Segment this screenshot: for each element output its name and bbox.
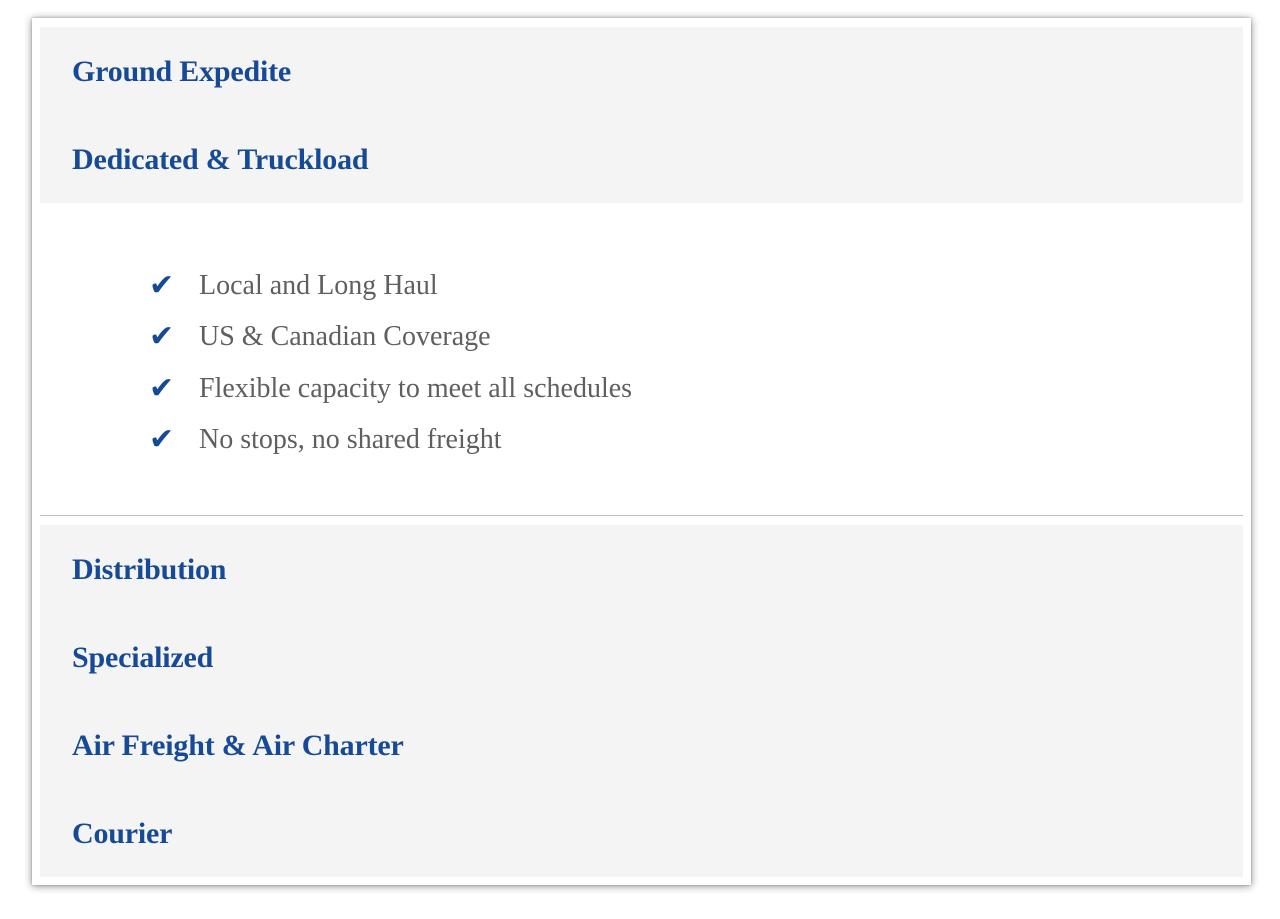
accordion-top-group: Ground Expedite Dedicated & Truckload xyxy=(40,27,1243,203)
accordion-header-specialized[interactable]: Specialized xyxy=(72,613,1211,701)
checkmark-icon: ✔ xyxy=(149,370,175,406)
accordion-header-label: Ground Expedite xyxy=(72,55,291,88)
accordion-header-ground-expedite[interactable]: Ground Expedite xyxy=(72,27,1211,115)
accordion-header-dedicated-truckload[interactable]: Dedicated & Truckload xyxy=(72,115,1211,203)
feature-list-item: ✔ US & Canadian Coverage xyxy=(149,312,632,364)
accordion-header-label: Air Freight & Air Charter xyxy=(72,729,404,762)
feature-text: No stops, no shared freight xyxy=(199,424,502,456)
accordion-header-label: Dedicated & Truckload xyxy=(72,143,369,176)
checkmark-icon: ✔ xyxy=(149,422,175,458)
accordion-header-air-freight-charter[interactable]: Air Freight & Air Charter xyxy=(72,701,1211,789)
accordion-header-label: Distribution xyxy=(72,553,227,586)
accordion-header-distribution[interactable]: Distribution xyxy=(72,525,1211,613)
feature-list-item: ✔ Local and Long Haul xyxy=(149,260,632,312)
accordion-header-courier[interactable]: Courier xyxy=(72,789,1211,877)
accordion-panel-dedicated-truckload: ✔ Local and Long Haul ✔ US & Canadian Co… xyxy=(40,203,1243,515)
accordion-container: Ground Expedite Dedicated & Truckload ✔ … xyxy=(40,27,1243,877)
checkmark-icon: ✔ xyxy=(149,319,175,355)
feature-list-item: ✔ Flexible capacity to meet all schedule… xyxy=(149,363,632,415)
feature-list: ✔ Local and Long Haul ✔ US & Canadian Co… xyxy=(149,260,632,466)
accordion-bottom-group: Distribution Specialized Air Freight & A… xyxy=(40,525,1243,877)
feature-text: Flexible capacity to meet all schedules xyxy=(199,372,633,404)
checkmark-icon: ✔ xyxy=(149,267,175,303)
feature-text: US & Canadian Coverage xyxy=(199,321,491,353)
accordion-header-label: Specialized xyxy=(72,641,214,674)
services-accordion: Ground Expedite Dedicated & Truckload ✔ … xyxy=(32,18,1251,885)
feature-list-item: ✔ No stops, no shared freight xyxy=(149,415,632,467)
panel-divider xyxy=(40,515,1243,516)
accordion-header-label: Courier xyxy=(72,817,173,850)
feature-text: Local and Long Haul xyxy=(199,269,438,301)
